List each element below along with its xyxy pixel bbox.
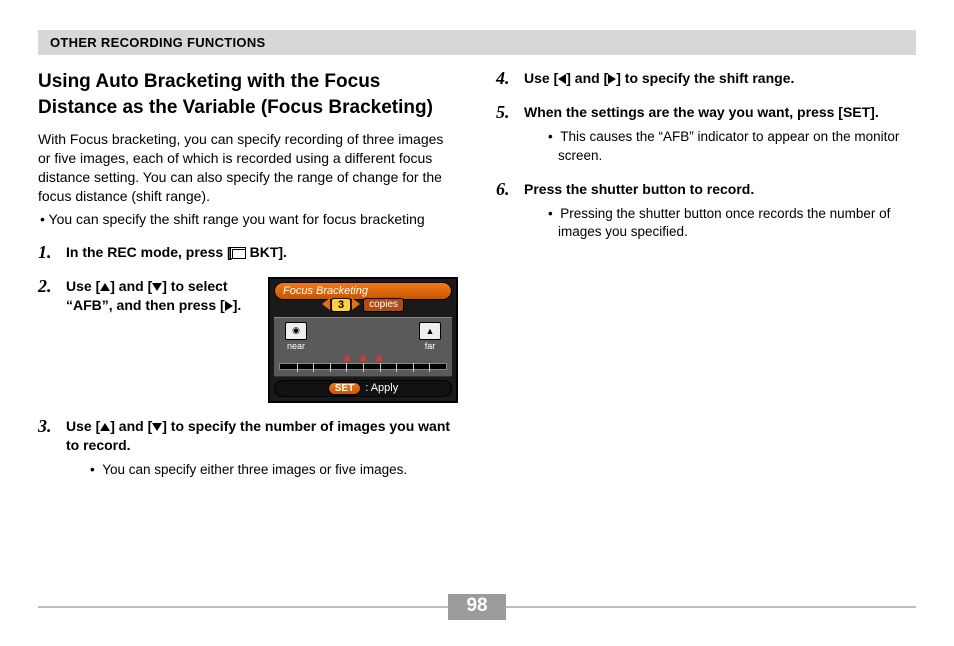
text-fragment: ] and [ (110, 278, 152, 294)
step-6: 6. Press the shutter button to record. •… (496, 180, 916, 243)
landscape-icon: ▲ (419, 322, 441, 340)
step-5: 5. When the settings are the way you wan… (496, 103, 916, 166)
figure-copies-label: copies (363, 298, 404, 312)
text-fragment: In the REC mode, press [ (66, 244, 232, 260)
figure-count-value: 3 (331, 298, 351, 312)
camera-screen-figure: Focus Bracketing 3 copies ◉ near (268, 277, 458, 403)
step-text: When the settings are the way you want, … (524, 104, 879, 120)
step-1: 1. In the REC mode, press [ BKT]. (38, 243, 458, 263)
step-number: 4. (496, 69, 516, 89)
near-group: ◉ near (285, 322, 307, 351)
step-number: 5. (496, 103, 516, 123)
figure-focus-strip: ◉ near ▲ far (274, 317, 452, 377)
sub-text: Pressing the shutter button once records… (558, 206, 890, 240)
far-group: ▲ far (419, 322, 441, 351)
triangle-down-icon (152, 283, 162, 291)
step-text: Press the shutter button to record. (524, 181, 754, 197)
text-fragment: Use [ (524, 70, 558, 86)
marker-icon (359, 354, 367, 361)
near-label: near (285, 341, 307, 351)
scale-bar (279, 363, 447, 370)
far-label: far (419, 341, 441, 351)
intro-bullet-text: You can specify the shift range you want… (49, 211, 425, 227)
step-text: Use [] and [] to select “AFB”, and then … (66, 278, 241, 313)
triangle-right-icon (225, 301, 233, 311)
text-fragment: ] and [ (566, 70, 608, 86)
page-number: 98 (448, 594, 505, 620)
triangle-down-icon (152, 423, 162, 431)
text-fragment: Use [ (66, 418, 100, 434)
set-pill: SET (328, 382, 361, 395)
text-fragment: ]. (233, 297, 242, 313)
text-fragment: ] to specify the shift range. (616, 70, 794, 86)
text-fragment: Use [ (66, 278, 100, 294)
bracket-icon (232, 249, 246, 259)
step-sub-bullet: • Pressing the shutter button once recor… (532, 205, 916, 243)
sub-text: This causes the “AFB” indicator to appea… (558, 129, 899, 163)
intro-bullet: • You can specify the shift range you wa… (38, 210, 458, 229)
text-fragment: ] and [ (110, 418, 152, 434)
left-column: Using Auto Bracketing with the Focus Dis… (38, 69, 458, 493)
triangle-up-icon (100, 423, 110, 431)
footer-line (506, 606, 916, 608)
step-sub-bullet: • You can specify either three images or… (74, 461, 458, 480)
intro-paragraph: With Focus bracketing, you can specify r… (38, 130, 458, 206)
page-footer: 98 (38, 594, 916, 620)
right-column: 4. Use [ ] and [ ] to specify the shift ra… (496, 69, 916, 493)
content-columns: Using Auto Bracketing with the Focus Dis… (38, 69, 916, 493)
triangle-up-icon (100, 283, 110, 291)
step-text: Use [ ] and [ ] to specify the shift range… (524, 70, 794, 86)
figure-selector-row: 3 copies (270, 298, 456, 312)
step-number: 2. (38, 277, 58, 297)
selector-right-icon (352, 298, 360, 310)
apply-label: : Apply (365, 382, 398, 394)
page-title: Using Auto Bracketing with the Focus Dis… (38, 69, 458, 120)
portrait-icon: ◉ (285, 322, 307, 340)
step-3: 3. Use [] and [] to specify the number o… (38, 417, 458, 480)
step-text: Use [] and [] to specify the number of i… (66, 418, 450, 453)
focus-scale (279, 354, 447, 370)
text-fragment: BKT]. (246, 244, 287, 260)
step-number: 6. (496, 180, 516, 200)
marker-icon (343, 354, 351, 361)
step-2: 2. Use [] and [] to select “AFB”, and th… (38, 277, 458, 403)
figure-footer: SET : Apply (274, 380, 452, 397)
section-header: OTHER RECORDING FUNCTIONS (38, 30, 916, 55)
step-number: 3. (38, 417, 58, 437)
sub-text: You can specify either three images or f… (102, 462, 407, 477)
step-4: 4. Use [ ] and [ ] to specify the shift ra… (496, 69, 916, 89)
footer-line (38, 606, 448, 608)
marker-icon (375, 354, 383, 361)
step-text: In the REC mode, press [ BKT]. (66, 244, 287, 260)
step-sub-bullet: • This causes the “AFB” indicator to app… (532, 128, 916, 166)
selector-left-icon (322, 298, 330, 310)
step-number: 1. (38, 243, 58, 263)
